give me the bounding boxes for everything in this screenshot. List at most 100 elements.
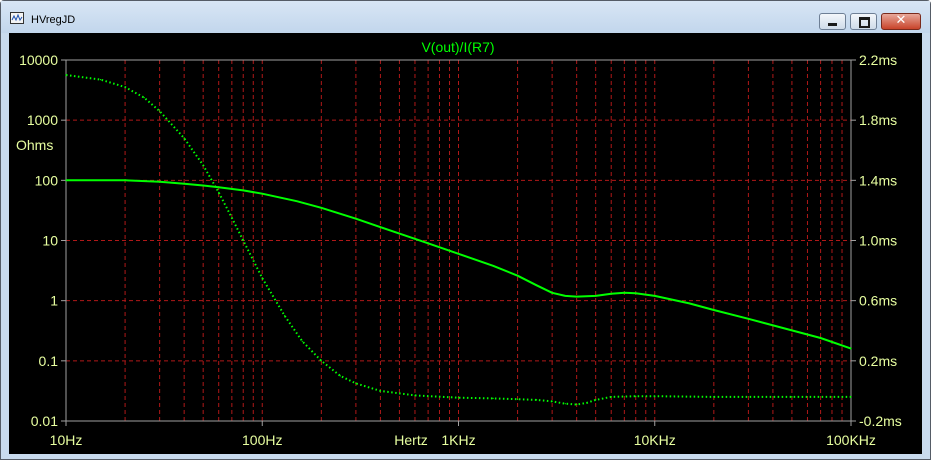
y-ticks-left: 10000 1000 100 10 1 0.1 0.01 [19,52,66,429]
data-point-magnitude [124,179,126,181]
data-point-group-delay [492,397,494,399]
data-point-magnitude [623,292,626,294]
data-point-magnitude [65,179,67,181]
data-point-group-delay [202,164,204,166]
data-point-magnitude [713,309,715,311]
y-tick-label-right: 2.2ms [859,52,897,68]
data-point-magnitude [218,186,220,188]
y-ticks-right: 2.2ms 1.8ms 1.4ms 1.0ms 0.6ms 0.2ms -0.2ms [851,52,902,429]
close-button[interactable]: ✕ [881,13,921,30]
data-point-group-delay [379,390,381,392]
data-point-magnitude [320,207,322,209]
app-window: HVregJD ✕ V(out)/I(R7) Ohms Hertz 10000 1… [0,0,931,460]
y-tick-label-left: 100 [35,172,59,188]
minimize-icon [828,23,837,26]
data-point-group-delay [100,79,102,81]
waveform-chart[interactable]: V(out)/I(R7) Ohms Hertz 1000010001001010… [9,33,922,454]
data-point-group-delay [457,397,460,399]
waveform-app-icon [10,12,24,24]
x-axis-label: Hertz [394,432,427,448]
data-point-magnitude [202,184,204,187]
data-point-group-delay [414,394,416,396]
data-point-group-delay [536,399,538,401]
data-point-group-delay [284,315,286,317]
data-point-magnitude [296,200,298,202]
data-point-magnitude [517,275,519,277]
data-point-group-delay [610,396,612,398]
x-tick-label: 100KHz [826,432,876,448]
data-point-magnitude [820,337,822,339]
y-tick-label-right: 1.8ms [859,112,897,128]
data-point-group-delay [143,97,145,99]
data-point-group-delay [551,400,553,402]
minimize-button[interactable] [819,13,846,30]
data-point-group-delay [183,137,185,139]
y-tick-label-right: 1.0ms [859,233,897,249]
data-point-magnitude [398,233,400,235]
y-tick-label-right: -0.2ms [859,413,902,429]
grid [66,60,851,421]
data-point-group-delay [261,277,263,279]
x-tick-label: 10Hz [50,432,83,448]
data-point-magnitude [427,242,429,244]
data-point-group-delay [339,375,341,377]
y-axis-label: Ohms [16,137,53,153]
data-point-group-delay [713,396,715,398]
data-point-magnitude [242,189,244,191]
data-point-magnitude [791,329,793,331]
data-point-magnitude [159,181,161,183]
data-point-magnitude [564,295,566,297]
data-point-group-delay [159,110,161,112]
data-point-magnitude [457,253,460,255]
data-point-group-delay [586,402,588,404]
data-point-magnitude [654,295,656,297]
y-tick-label-right: 1.4ms [859,172,897,188]
x-tick-label: 10KHz [634,432,676,448]
y-tick-label-right: 0.2ms [859,353,897,369]
y-tick-label-left: 1 [50,293,58,309]
data-point-group-delay [576,403,578,406]
x-ticks: 10Hz 100Hz 1KHz 10KHz 100KHz [50,421,876,448]
data-point-magnitude [747,318,750,320]
data-point-group-delay [124,86,126,88]
y-tick-label-left: 1000 [27,112,58,128]
window-title: HVregJD [31,14,76,26]
data-point-magnitude [183,183,185,185]
data-point-group-delay [301,340,303,342]
y-tick-label-left: 0.01 [31,413,58,429]
data-point-magnitude [610,293,612,295]
data-point-group-delay [242,239,244,242]
data-point-group-delay [564,403,566,405]
data-point-group-delay [850,396,852,398]
trace-title[interactable]: V(out)/I(R7) [421,39,494,55]
data-point-magnitude [576,296,578,298]
data-point-group-delay [320,360,322,362]
y-tick-label-left: 10000 [19,52,58,68]
x-tick-label: 100Hz [242,432,282,448]
x-tick-label: 1KHz [441,432,475,448]
data-point-group-delay [517,398,519,400]
y-tick-label-right: 0.6ms [859,293,897,309]
data-point-group-delay [635,395,637,397]
y-tick-label-left: 0.1 [39,353,59,369]
data-point-magnitude [688,302,690,304]
data-point-magnitude [595,295,597,297]
data-point-magnitude [635,292,637,294]
maximize-button[interactable] [850,13,877,30]
data-point-magnitude [355,218,357,220]
data-point-group-delay [218,191,220,193]
data-point-group-delay [791,396,793,398]
data-point-group-delay [231,217,233,219]
data-point-magnitude [536,284,538,286]
data-point-magnitude [492,265,494,267]
data-point-group-delay [355,382,357,384]
plot-pane[interactable]: V(out)/I(R7) Ohms Hertz 10000 1000 100 10 1 0… [9,33,922,454]
y-tick-label-left: 10 [42,233,58,249]
close-icon: ✕ [895,13,907,28]
title-bar[interactable]: HVregJD ✕ [1,1,930,33]
data-point-magnitude [551,292,553,294]
maximize-icon [859,17,870,28]
data-point-group-delay [654,395,656,397]
data-point-magnitude [261,193,263,195]
data-point-group-delay [595,399,597,401]
